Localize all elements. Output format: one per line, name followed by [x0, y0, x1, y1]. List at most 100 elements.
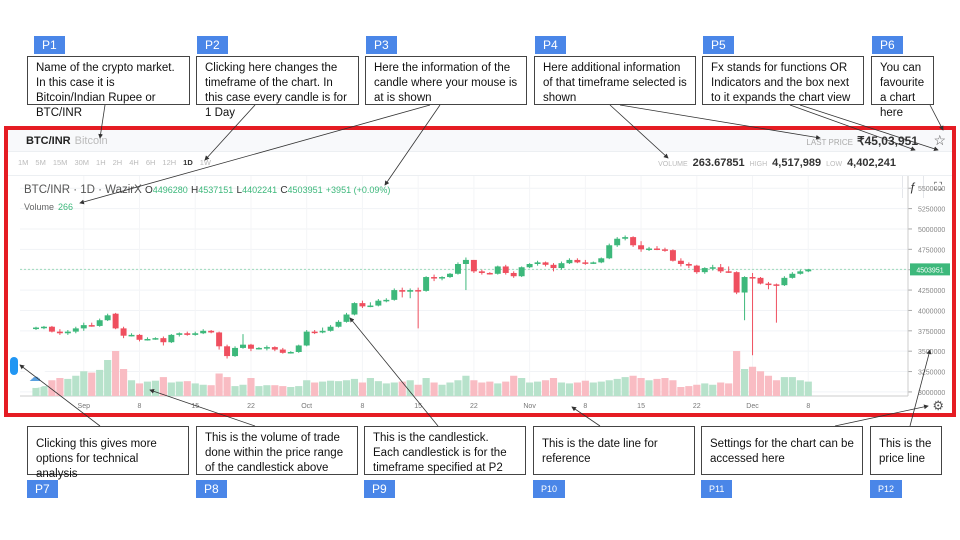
- candle-body: [33, 327, 39, 330]
- volume-bar: [112, 351, 120, 396]
- volume-bar: [350, 378, 359, 396]
- candle-body: [415, 290, 422, 292]
- candle-body: [240, 344, 246, 348]
- tag-p11: P11: [701, 480, 733, 498]
- volume-bar: [358, 382, 367, 396]
- candle-body: [797, 271, 804, 274]
- market-pair[interactable]: BTC/INR Bitcoin: [26, 135, 108, 147]
- note-p11: Settings for the chart can be accessed h…: [701, 426, 863, 475]
- candle-body: [622, 237, 629, 239]
- timeframe-4h[interactable]: 4H: [129, 158, 139, 167]
- technical-analysis-toggle[interactable]: [10, 357, 18, 375]
- x-tick-label: 22: [247, 403, 255, 410]
- change-value: +3951 (+0.09%): [325, 185, 391, 195]
- candle-body: [709, 267, 716, 269]
- candle-body: [462, 259, 469, 264]
- volume-bar: [748, 366, 757, 396]
- candle-body: [677, 260, 684, 264]
- ohlc-legend: BTC/INR · 1D · WazirX O4496280 H4537151 …: [24, 184, 390, 196]
- x-tick-label: 15: [414, 403, 422, 410]
- volume-bar: [526, 382, 534, 396]
- legend-title: BTC/INR · 1D · WazirX: [24, 184, 142, 196]
- volume-bar: [303, 380, 311, 396]
- timeframe-5m[interactable]: 5M: [35, 158, 45, 167]
- volume-bar: [96, 369, 104, 396]
- tag-p7: P7: [27, 480, 58, 498]
- last-price-label: LAST PRICE: [806, 138, 853, 147]
- timeframe-6h[interactable]: 6H: [146, 158, 156, 167]
- y-tick-label: 5500000: [918, 186, 945, 193]
- x-tick-label: 22: [470, 403, 478, 410]
- volume-bar: [605, 380, 613, 396]
- volume-bar: [239, 384, 247, 396]
- volume-legend-label: Volume: [24, 202, 55, 212]
- tag-p5: P5: [703, 36, 734, 54]
- volume-bar: [701, 383, 709, 396]
- volume-bar: [462, 375, 470, 396]
- timeframe-1d[interactable]: 1D: [183, 158, 193, 167]
- last-price: LAST PRICE ₹45,03,951: [806, 134, 918, 148]
- volume-legend-value: 266: [58, 202, 74, 212]
- volume-bar: [88, 372, 96, 396]
- candle-body: [359, 303, 366, 307]
- volume-bar: [446, 382, 454, 396]
- timeframe-selector: 1M 5M 15M 30M 1H 2H 4H 6H 12H 1D 1W: [18, 158, 211, 167]
- tag-p12: P12: [870, 480, 903, 498]
- volume-bar: [191, 383, 199, 396]
- volume-bar: [621, 377, 629, 396]
- candlestick-chart[interactable]: 3000000 3250000 3500000 3750000 4000000 42500…: [8, 176, 952, 414]
- candle-body: [574, 259, 581, 263]
- note-p4: Here additional information of that time…: [534, 56, 696, 105]
- volume-bar: [764, 375, 773, 396]
- timeframe-1m[interactable]: 1M: [18, 158, 28, 167]
- candle-body: [295, 345, 302, 352]
- candle-body: [431, 277, 438, 279]
- timeframe-1h[interactable]: 1H: [96, 158, 106, 167]
- candle-body: [271, 347, 278, 350]
- volume-bar: [56, 378, 64, 396]
- x-tick-label: Sep: [78, 403, 91, 410]
- x-tick-label: 8: [360, 403, 364, 410]
- volume-bar: [319, 381, 327, 396]
- timeframe-30m[interactable]: 30M: [74, 158, 89, 167]
- candle-body: [263, 347, 270, 349]
- volume-bar: [772, 380, 781, 396]
- volume-bar: [366, 378, 374, 396]
- volume-bar: [398, 381, 406, 396]
- timeframe-12h[interactable]: 12H: [162, 158, 176, 167]
- note-p2: Clicking here changes the timeframe of t…: [196, 56, 359, 119]
- volume-label: VOLUME: [658, 161, 688, 168]
- candle-body: [407, 290, 414, 292]
- timeframe-15m[interactable]: 15M: [53, 158, 68, 167]
- volume-bar: [709, 384, 717, 396]
- cloud-icon[interactable]: ☁: [22, 368, 48, 388]
- volume-bar: [374, 381, 382, 396]
- candle-body: [454, 264, 461, 274]
- volume-bar: [510, 375, 518, 396]
- y-tick-label: 3500000: [918, 349, 945, 356]
- timeframe-2h[interactable]: 2H: [113, 158, 123, 167]
- low-label: LOW: [826, 161, 843, 168]
- candle-body: [486, 272, 493, 275]
- volume-bar: [661, 378, 669, 396]
- volume-bar: [669, 380, 677, 396]
- candle-body: [327, 326, 334, 331]
- star-icon[interactable]: ☆: [933, 132, 946, 149]
- x-tick-label: Oct: [301, 403, 312, 410]
- candle-body: [502, 266, 509, 273]
- volume-bar: [533, 381, 542, 396]
- volume-bar: [48, 380, 56, 396]
- candle-body: [518, 267, 525, 277]
- candle-body: [614, 238, 621, 246]
- volume-legend: Volume 266: [24, 202, 73, 212]
- timeframe-1w[interactable]: 1W: [200, 158, 211, 167]
- candle-body: [423, 277, 430, 291]
- chart-widget: BTC/INR Bitcoin LAST PRICE ₹45,03,951 ☆ 1M…: [4, 126, 956, 417]
- candle-body: [542, 262, 549, 265]
- volume-bar: [80, 371, 88, 396]
- candle-body: [112, 313, 119, 329]
- volume-bar: [804, 381, 812, 396]
- volume-bar: [549, 378, 558, 396]
- x-tick-label: 8: [806, 403, 810, 410]
- settings-gear-icon[interactable]: ⚙: [932, 398, 944, 414]
